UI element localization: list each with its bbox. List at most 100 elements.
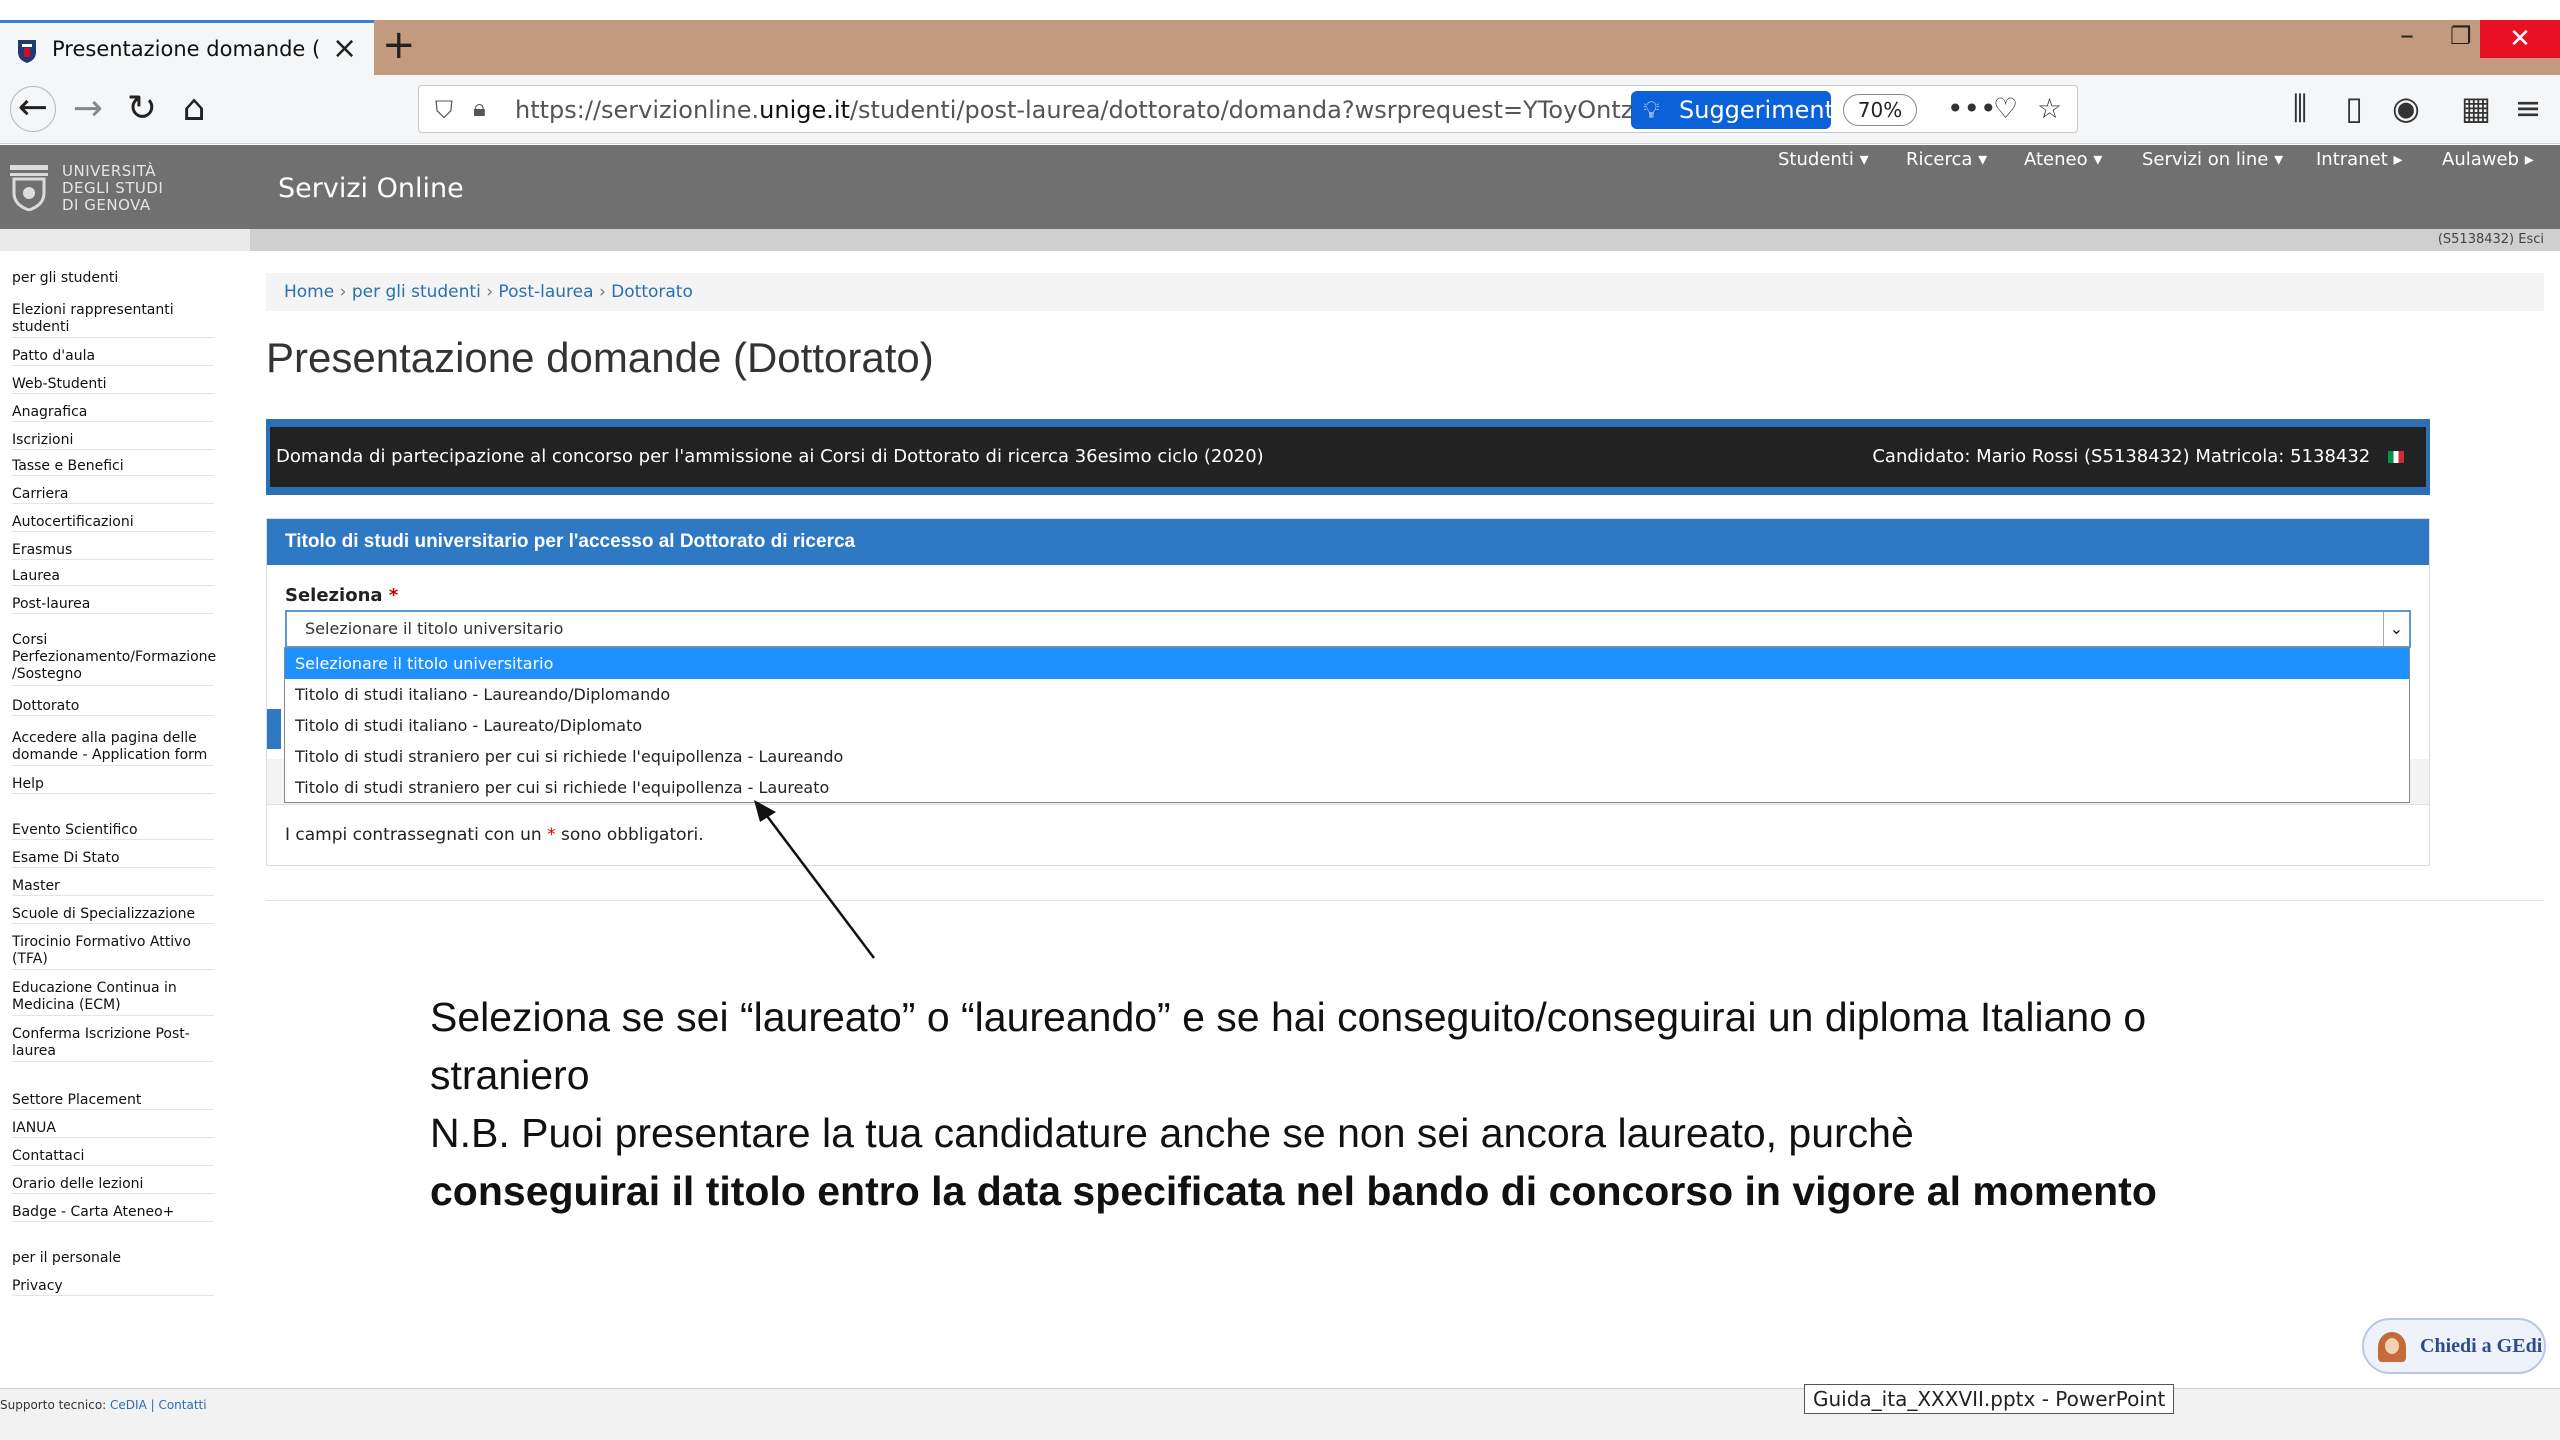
sidebar-item[interactable]: Master bbox=[12, 878, 214, 896]
more-actions-icon[interactable]: ••• bbox=[1947, 92, 1997, 125]
menu-intranet[interactable]: Intranet ▸ bbox=[2316, 149, 2403, 170]
sidebar-item[interactable]: Iscrizioni bbox=[12, 432, 214, 450]
select-label-text: Seleziona bbox=[285, 585, 383, 606]
menu-ateneo[interactable]: Ateneo ▾ bbox=[2024, 149, 2102, 170]
suggestion-button[interactable]: 💡︎ Suggerimento bbox=[1631, 91, 1849, 129]
home-icon[interactable]: ⌂ bbox=[172, 87, 216, 131]
bookmark-star-icon[interactable]: ☆ bbox=[2037, 92, 2062, 125]
select-option[interactable]: Titolo di studi straniero per cui si ric… bbox=[285, 741, 2409, 772]
select-option[interactable]: Titolo di studi italiano - Laureando/Dip… bbox=[285, 679, 2409, 710]
browser-tab-strip: Presentazione domande (Dottorato) × + – … bbox=[0, 0, 2560, 75]
chat-assistant-button[interactable]: Chiedi a GEdi bbox=[2362, 1318, 2546, 1374]
forward-arrow-icon[interactable]: → bbox=[66, 87, 110, 131]
sidebar-item-dottorato[interactable]: Dottorato bbox=[12, 698, 214, 716]
gift-icon[interactable]: ▦ bbox=[2456, 89, 2496, 127]
reload-icon[interactable]: ↻ bbox=[120, 87, 164, 131]
sidebar-toggle-icon[interactable]: ▯ bbox=[2334, 89, 2374, 127]
support-links[interactable]: CeDIA | Contatti bbox=[110, 1398, 207, 1412]
sidebar-item[interactable]: Accedere alla pagina delle domande - App… bbox=[12, 730, 214, 766]
breadcrumb-separator: › bbox=[339, 282, 352, 302]
sidebar-item[interactable]: Autocertificazioni bbox=[12, 514, 214, 532]
sidebar-item[interactable]: IANUA bbox=[12, 1120, 214, 1138]
sidebar-item[interactable]: Contattaci bbox=[12, 1148, 214, 1166]
browser-tab[interactable]: Presentazione domande (Dottorato) × bbox=[0, 20, 374, 75]
content-divider bbox=[266, 900, 2544, 901]
sidebar-item[interactable]: Conferma Iscrizione Post-laurea bbox=[12, 1026, 214, 1062]
menu-aulaweb[interactable]: Aulaweb ▸ bbox=[2442, 149, 2534, 170]
sidebar-item[interactable]: Laurea bbox=[12, 568, 214, 586]
menu-ricerca[interactable]: Ricerca ▾ bbox=[1906, 149, 1987, 170]
panel-title: Titolo di studi universitario per l'acce… bbox=[267, 519, 2429, 565]
breadcrumb-separator: › bbox=[598, 282, 612, 302]
navigation-toolbar: ← → ↻ ⌂ ⛉ 🔒︎ https://servizionline.unige… bbox=[0, 75, 2560, 144]
menu-hamburger-icon[interactable]: ≡ bbox=[2508, 89, 2548, 127]
chat-label: Chiedi a GEdi bbox=[2420, 1335, 2543, 1357]
close-window-icon[interactable]: ✕ bbox=[2480, 20, 2560, 58]
sidebar-item[interactable]: Elezioni rappresentanti studenti bbox=[12, 302, 214, 338]
sidebar-item[interactable]: Esame Di Stato bbox=[12, 850, 214, 868]
candidate-info-wrap: Candidato: Mario Rossi (S5138432) Matric… bbox=[1872, 427, 2404, 487]
sidebar-item[interactable]: Scuole di Specializzazione bbox=[12, 906, 214, 924]
study-title-select[interactable]: Selezionare il titolo universitario ⌄ bbox=[285, 610, 2411, 648]
address-bar[interactable]: ⛉ 🔒︎ https://servizionline.unige.it/stud… bbox=[418, 85, 2078, 133]
logo-line3: DI GENOVA bbox=[62, 196, 151, 214]
application-info-bar: Domanda di partecipazione al concorso pe… bbox=[266, 419, 2430, 495]
sidebar-item[interactable]: Help bbox=[12, 776, 214, 794]
restore-icon[interactable]: ❐ bbox=[2450, 22, 2472, 50]
sidebar-item[interactable]: Educazione Continua in Medicina (ECM) bbox=[12, 980, 214, 1016]
suggestion-label: Suggerimento bbox=[1679, 96, 1849, 124]
lock-icon[interactable]: 🔒︎ bbox=[473, 94, 486, 122]
user-bar-fill bbox=[250, 229, 2560, 251]
minimize-icon[interactable]: – bbox=[2400, 18, 2414, 51]
sidebar-item[interactable]: Orario delle lezioni bbox=[12, 1176, 214, 1194]
sidebar-heading-studenti[interactable]: per gli studenti bbox=[12, 270, 214, 287]
url-text[interactable]: https://servizionline.unige.it/studenti/… bbox=[515, 96, 1635, 124]
sidebar-heading-personale[interactable]: per il personale bbox=[12, 1250, 214, 1267]
sidebar-item[interactable]: Evento Scientifico bbox=[12, 822, 214, 840]
university-logo[interactable]: UNIVERSITÀ DEGLI STUDI DI GENOVA bbox=[10, 159, 170, 219]
site-title[interactable]: Servizi Online bbox=[278, 173, 464, 204]
breadcrumb-studenti[interactable]: per gli studenti bbox=[352, 282, 481, 302]
select-option[interactable]: Titolo di studi italiano - Laureato/Dipl… bbox=[285, 710, 2409, 741]
user-exit-link[interactable]: (S5138432) Esci bbox=[2438, 232, 2544, 247]
breadcrumb-home[interactable]: Home bbox=[284, 282, 334, 302]
sidebar-item[interactable]: Tasse e Benefici bbox=[12, 458, 214, 476]
breadcrumb-post-laurea[interactable]: Post-laurea bbox=[498, 282, 593, 302]
chevron-down-icon[interactable]: ⌄ bbox=[2383, 612, 2409, 646]
sidebar-item[interactable]: Corsi Perfezionamento/Formazione /Sosteg… bbox=[12, 632, 216, 686]
sidebar-item[interactable]: Privacy bbox=[12, 1278, 214, 1296]
breadcrumb-separator: › bbox=[486, 282, 499, 302]
back-arrow-icon[interactable]: ← bbox=[10, 86, 56, 132]
zoom-level-badge[interactable]: 70% bbox=[1843, 94, 1917, 126]
tracking-shield-icon[interactable]: ⛉ bbox=[435, 96, 453, 124]
annotation-line3: conseguirai il titolo entro la data spec… bbox=[430, 1168, 2157, 1214]
required-note-post: sono obbligatori. bbox=[561, 825, 704, 845]
pocket-icon[interactable]: ♡ bbox=[1993, 92, 2018, 125]
select-option[interactable]: Selezionare il titolo universitario bbox=[285, 648, 2409, 679]
sidebar-item[interactable]: Patto d'aula bbox=[12, 348, 214, 366]
breadcrumb: Home › per gli studenti › Post-laurea › … bbox=[266, 273, 2544, 311]
site-header: UNIVERSITÀ DEGLI STUDI DI GENOVA Servizi… bbox=[0, 145, 2560, 229]
menu-studenti[interactable]: Studenti ▾ bbox=[1778, 149, 1869, 170]
sidebar-item[interactable]: Tirocinio Formativo Attivo (TFA) bbox=[12, 934, 214, 970]
sidebar-item[interactable]: Post-laurea bbox=[12, 596, 214, 614]
library-icon[interactable]: ⫼ bbox=[2280, 89, 2320, 128]
account-icon[interactable]: ◉ bbox=[2386, 89, 2426, 127]
new-tab-icon[interactable]: + bbox=[382, 22, 416, 68]
close-tab-icon[interactable]: × bbox=[332, 31, 357, 66]
sidebar-item[interactable]: Badge - Carta Ateneo+ bbox=[12, 1204, 214, 1222]
required-asterisk: * bbox=[388, 585, 399, 606]
sidebar-item[interactable]: Erasmus bbox=[12, 542, 214, 560]
support-info: Supporto tecnico: CeDIA | Contatti bbox=[0, 1398, 207, 1412]
submit-button[interactable] bbox=[267, 709, 281, 749]
sidebar-item[interactable]: Anagrafica bbox=[12, 404, 214, 422]
sidebar-item[interactable]: Web-Studenti bbox=[12, 376, 214, 394]
select-option[interactable]: Titolo di studi straniero per cui si ric… bbox=[285, 772, 2409, 803]
menu-servizi-online[interactable]: Servizi on line ▾ bbox=[2142, 149, 2283, 170]
sidebar-item[interactable]: Settore Placement bbox=[12, 1092, 214, 1110]
breadcrumb-dottorato[interactable]: Dottorato bbox=[611, 282, 693, 302]
sidebar-item[interactable]: Carriera bbox=[12, 486, 214, 504]
study-title-options-list: Selezionare il titolo universitario Tito… bbox=[284, 647, 2410, 803]
select-label: Seleziona * bbox=[285, 585, 398, 606]
select-current-value: Selezionare il titolo universitario bbox=[305, 619, 564, 638]
